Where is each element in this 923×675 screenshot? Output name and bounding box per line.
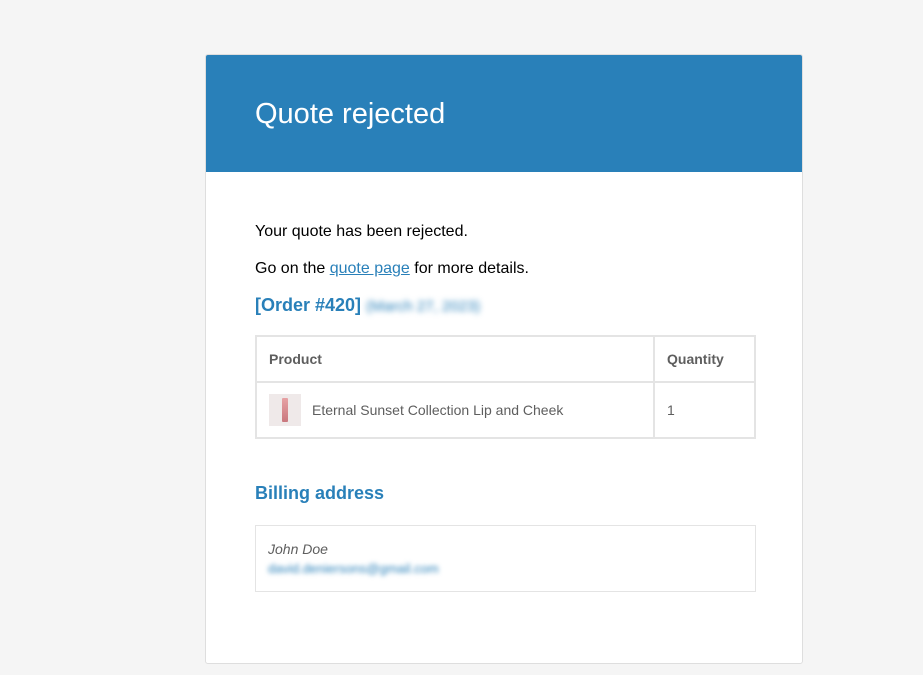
details-suffix: for more details. [409, 260, 529, 277]
order-items-table: Product Quantity Eternal Sunset Collecti… [255, 335, 756, 439]
intro-text: Your quote has been rejected. [255, 223, 468, 240]
table-header-row: Product Quantity [255, 335, 756, 383]
billing-heading: Billing address [255, 483, 385, 503]
details-text: Go on the quote page for more details. [255, 260, 529, 278]
column-header-product: Product [255, 335, 655, 383]
order-link[interactable]: [Order #420] [255, 295, 361, 315]
billing-name: John Doe [268, 541, 328, 557]
order-heading: [Order #420] (March 27, 2023) [255, 295, 480, 316]
email-title: Quote rejected [255, 98, 446, 130]
email-container: Quote rejected Your quote has been rejec… [205, 54, 803, 664]
billing-email[interactable]: david.deniersons@gmail.com [268, 558, 743, 580]
details-prefix: Go on the [255, 260, 330, 277]
product-cell: Eternal Sunset Collection Lip and Cheek [255, 381, 655, 439]
email-header: Quote rejected [206, 55, 802, 172]
product-thumbnail [269, 394, 301, 426]
product-name: Eternal Sunset Collection Lip and Cheek [312, 402, 564, 418]
billing-address: John Doe david.deniersons@gmail.com [255, 525, 756, 592]
table-row: Eternal Sunset Collection Lip and Cheek … [255, 381, 756, 439]
column-header-quantity: Quantity [653, 335, 756, 383]
order-date: (March 27, 2023) [366, 298, 481, 315]
quote-page-link[interactable]: quote page [330, 260, 410, 277]
quantity-cell: 1 [653, 381, 756, 439]
